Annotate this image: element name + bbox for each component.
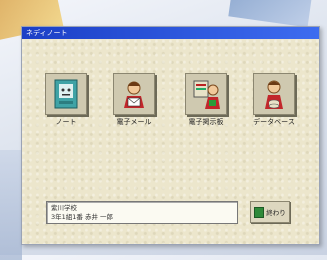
app-bulletin-board-label: 電子掲示板	[188, 118, 224, 126]
school-name: 紫川学校	[51, 204, 77, 212]
end-button-label: 終わり	[266, 209, 286, 217]
app-email-label: 電子メール	[116, 118, 152, 126]
launcher-panel: ノート 電子メール 電子掲示板 データベース 紫川学校 3年1組1番 赤井 一郎…	[22, 39, 319, 244]
background-decoration	[228, 0, 312, 28]
student-info: 3年1組1番 赤井 一郎	[51, 213, 114, 221]
app-note-label: ノート	[55, 118, 77, 126]
exit-door-icon	[254, 206, 265, 218]
user-info-box: 紫川学校 3年1組1番 赤井 一郎	[46, 201, 238, 224]
app-database-label: データベース	[253, 118, 295, 126]
background-decoration	[0, 150, 22, 260]
app-bulletin-board[interactable]: 電子掲示板	[180, 73, 232, 127]
end-button[interactable]: 終わり	[250, 201, 290, 223]
notebook-icon	[45, 73, 87, 115]
window-title: ネディノート	[22, 27, 319, 39]
database-icon	[253, 73, 295, 115]
email-icon	[113, 73, 155, 115]
app-database[interactable]: データベース	[248, 73, 300, 127]
app-window: ネディノート ノート 電子メール 電子掲示板 データベース 紫川学校 3年1組1…	[21, 26, 320, 245]
bulletin-board-icon	[185, 73, 227, 115]
app-email[interactable]: 電子メール	[108, 73, 160, 127]
app-note[interactable]: ノート	[40, 73, 92, 127]
